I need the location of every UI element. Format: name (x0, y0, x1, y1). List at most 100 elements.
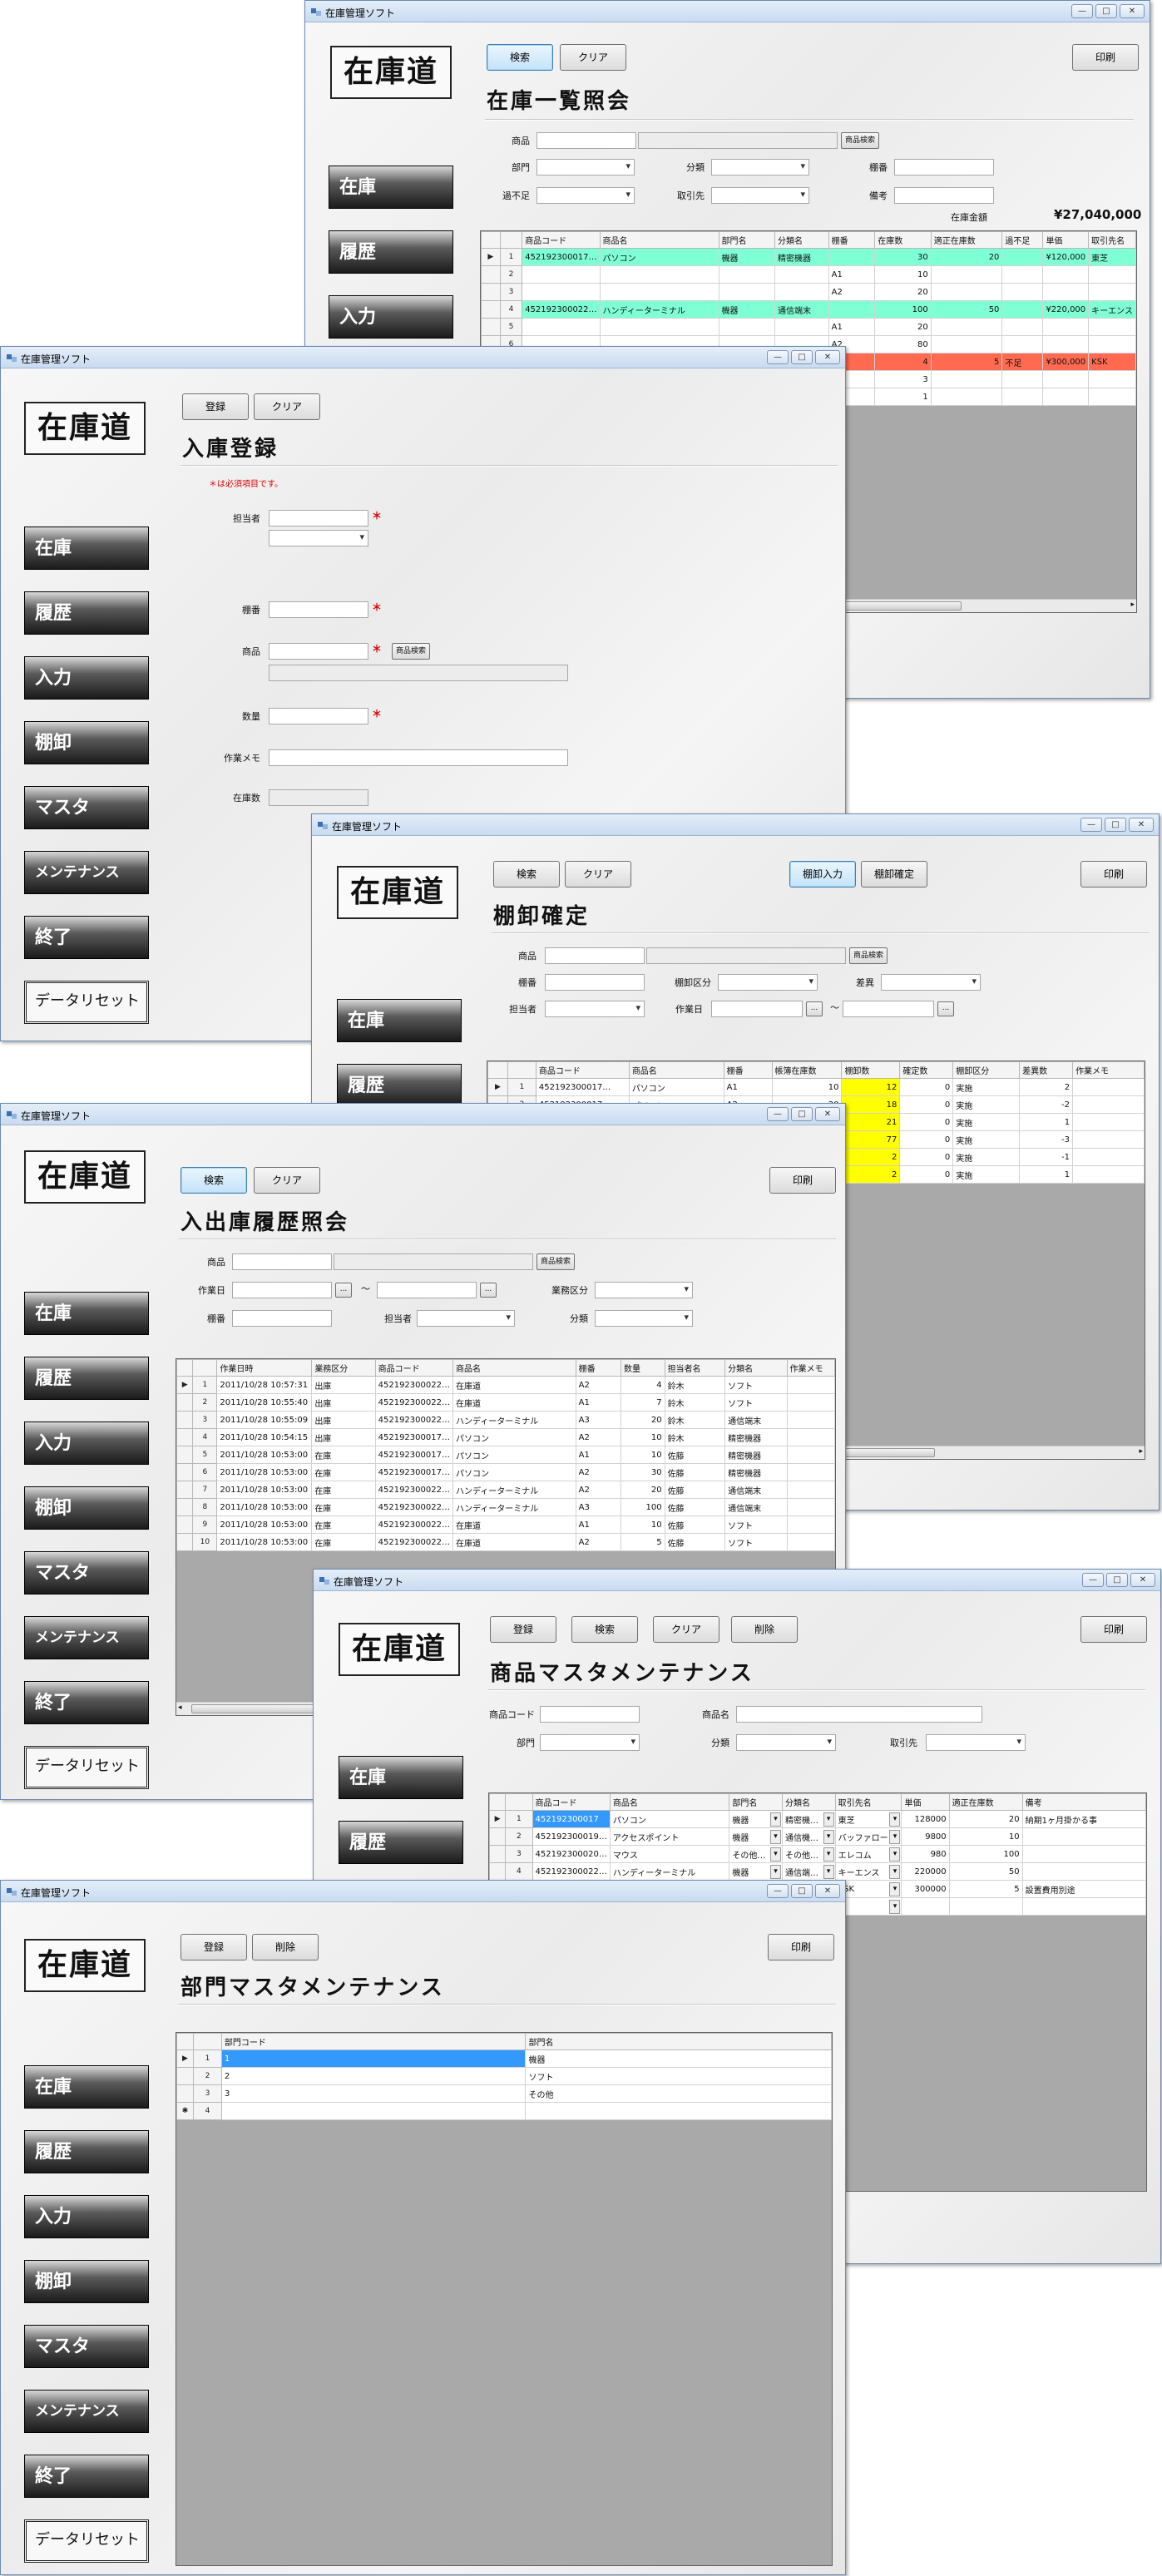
clear-button[interactable]: クリア (565, 861, 631, 888)
col-header[interactable]: 商品コード (374, 1359, 453, 1377)
table-row[interactable]: 3 A2 20 (481, 283, 1136, 301)
menu-exit-button[interactable]: 終了 (24, 1681, 149, 1724)
table-row[interactable]: 4452192300022…ハンディーターミナル機器通信端…キーエンス22000… (489, 1862, 1146, 1881)
search-button[interactable]: 検索 (180, 1167, 247, 1194)
workdate-to-input[interactable] (377, 1282, 477, 1298)
dept-grid[interactable]: 部門コード 部門名 ▶ 1 1 機器 2 2 ソフト 3 3 その他 ✱ 4 (176, 2032, 833, 2566)
menu-input-button[interactable]: 入力 (24, 2195, 149, 2238)
menu-tanaoroshi-button[interactable]: 棚卸 (24, 1486, 149, 1530)
shelf-input[interactable] (269, 601, 368, 618)
workdate-from-picker-button[interactable]: ... (335, 1283, 352, 1298)
clear-button[interactable]: クリア (254, 1167, 320, 1194)
workdate-to-picker-button[interactable]: ... (937, 1001, 954, 1016)
table-row[interactable]: 9 2011/10/28 10:53:00 在庫 452192300022… 在庫道 A1… (176, 1515, 835, 1534)
col-header[interactable]: 業務区分 (311, 1359, 376, 1377)
category-select[interactable] (595, 1310, 693, 1327)
table-row[interactable]: 7 2011/10/28 10:53:00 在庫 452192300022… ハンディー… (176, 1481, 835, 1499)
col-header[interactable]: 部門コード (220, 2033, 527, 2050)
col-header[interactable]: 商品名 (599, 231, 719, 249)
clear-button[interactable]: クリア (560, 44, 626, 71)
table-row[interactable]: 5 A1 20 (481, 318, 1136, 336)
product-code-input[interactable] (536, 132, 636, 149)
qty-input[interactable] (269, 708, 368, 724)
close-button[interactable]: ✕ (815, 350, 840, 364)
menu-stock-button[interactable]: 在庫 (24, 2065, 149, 2109)
print-button[interactable]: 印刷 (1080, 861, 1147, 888)
close-button[interactable]: ✕ (1120, 4, 1145, 18)
inventory-input-button[interactable]: 棚卸入力 (789, 861, 856, 888)
col-header[interactable]: 単価 (1042, 231, 1090, 249)
clear-button[interactable]: クリア (254, 393, 320, 420)
maximize-button[interactable]: □ (791, 350, 813, 364)
title-bar[interactable]: 在庫管理ソフト — □ ✕ (1, 1104, 845, 1125)
menu-input-button[interactable]: 入力 (329, 295, 453, 339)
menu-input-button[interactable]: 入力 (24, 1421, 149, 1465)
search-button[interactable]: 検索 (493, 861, 560, 888)
menu-exit-button[interactable]: 終了 (24, 2455, 149, 2498)
product-name-input[interactable] (736, 1706, 982, 1723)
memo-input[interactable] (269, 749, 568, 766)
print-button[interactable]: 印刷 (769, 1167, 836, 1194)
table-row[interactable]: 3452192300020…マウスその他…その他…エレコム980100 (489, 1845, 1146, 1863)
title-bar[interactable]: 在庫管理ソフト — □ ✕ (312, 814, 1159, 836)
menu-exit-button[interactable]: 終了 (24, 916, 149, 959)
workdate-to-input[interactable] (843, 1001, 934, 1017)
menu-stock-button[interactable]: 在庫 (337, 999, 462, 1042)
col-header[interactable]: 部門名 (729, 1793, 783, 1811)
col-header[interactable]: 作業日時 (216, 1359, 313, 1377)
supplier-select[interactable] (711, 187, 809, 204)
person-select[interactable] (269, 530, 368, 546)
table-row[interactable]: ▶ 1 1 機器 (176, 2049, 832, 2068)
table-row[interactable]: 8 2011/10/28 10:53:00 在庫 452192300022… ハンディー… (176, 1498, 835, 1516)
col-header[interactable]: 部門名 (525, 2033, 832, 2050)
data-reset-button[interactable]: データリセット (24, 2519, 149, 2563)
search-button[interactable]: 検索 (487, 44, 553, 71)
menu-stock-button[interactable]: 在庫 (329, 166, 453, 209)
col-header[interactable]: 取引先名 (1088, 231, 1136, 249)
col-header[interactable]: 作業メモ (786, 1359, 835, 1377)
table-row[interactable]: 2 2 ソフト (176, 2067, 832, 2085)
scroll-right-icon[interactable]: ▸ (1139, 1447, 1143, 1456)
col-header[interactable]: 棚卸区分 (952, 1061, 1021, 1079)
col-header[interactable]: 作業メモ (1072, 1061, 1145, 1079)
table-row[interactable]: 6 2011/10/28 10:53:00 在庫 452192300017… パソコン A… (176, 1463, 835, 1481)
product-search-button[interactable]: 商品検索 (392, 643, 431, 660)
menu-stock-button[interactable]: 在庫 (339, 1756, 463, 1799)
minimize-button[interactable]: — (1080, 818, 1102, 832)
data-reset-button[interactable]: データリセット (24, 981, 149, 1024)
menu-history-button[interactable]: 履歴 (329, 230, 453, 274)
scroll-right-icon[interactable]: ▸ (1130, 601, 1135, 609)
person-select[interactable] (545, 1001, 645, 1017)
product-search-button[interactable]: 商品検索 (849, 947, 888, 964)
minimize-button[interactable]: — (1082, 1573, 1104, 1587)
shelf-input[interactable] (894, 159, 994, 176)
col-header[interactable]: 確定数 (899, 1061, 954, 1079)
col-header[interactable]: 適正在庫数 (930, 231, 1003, 249)
print-button[interactable]: 印刷 (768, 1934, 834, 1960)
menu-stock-button[interactable]: 在庫 (24, 1292, 149, 1335)
table-row[interactable]: 2 2011/10/28 10:55:40 出庫 452192300022… 在庫道 A1… (176, 1393, 835, 1412)
menu-master-button[interactable]: マスタ (24, 786, 149, 829)
menu-history-button[interactable]: 履歴 (24, 591, 149, 635)
product-code-input[interactable] (540, 1706, 640, 1723)
col-header[interactable]: 商品コード (532, 1793, 611, 1811)
col-header[interactable]: 棚番 (828, 231, 876, 249)
inventory-confirm-button[interactable]: 棚卸確定 (861, 861, 927, 888)
col-header[interactable]: 帳簿在庫数 (771, 1061, 843, 1079)
scroll-left-icon[interactable]: ◂ (178, 1703, 182, 1712)
table-row[interactable]: 10 2011/10/28 10:53:00 在庫 452192300022… 在庫道 A… (176, 1533, 835, 1551)
maximize-button[interactable]: □ (791, 1884, 813, 1898)
data-reset-button[interactable]: データリセット (24, 1746, 149, 1789)
menu-history-button[interactable]: 履歴 (337, 1064, 462, 1107)
minimize-button[interactable]: — (767, 350, 789, 364)
col-header[interactable]: 分類名 (724, 1359, 788, 1377)
category-select[interactable] (736, 1734, 836, 1751)
col-header[interactable]: 数量 (621, 1359, 665, 1377)
col-header[interactable]: 適正在庫数 (948, 1793, 1023, 1811)
col-header[interactable]: 取引先名 (834, 1793, 902, 1811)
title-bar[interactable]: 在庫管理ソフト — □ ✕ (1, 347, 845, 368)
diff-select[interactable] (881, 974, 981, 991)
menu-history-button[interactable]: 履歴 (24, 2130, 149, 2173)
note-input[interactable] (894, 187, 994, 204)
col-header[interactable]: 分類名 (774, 231, 829, 249)
